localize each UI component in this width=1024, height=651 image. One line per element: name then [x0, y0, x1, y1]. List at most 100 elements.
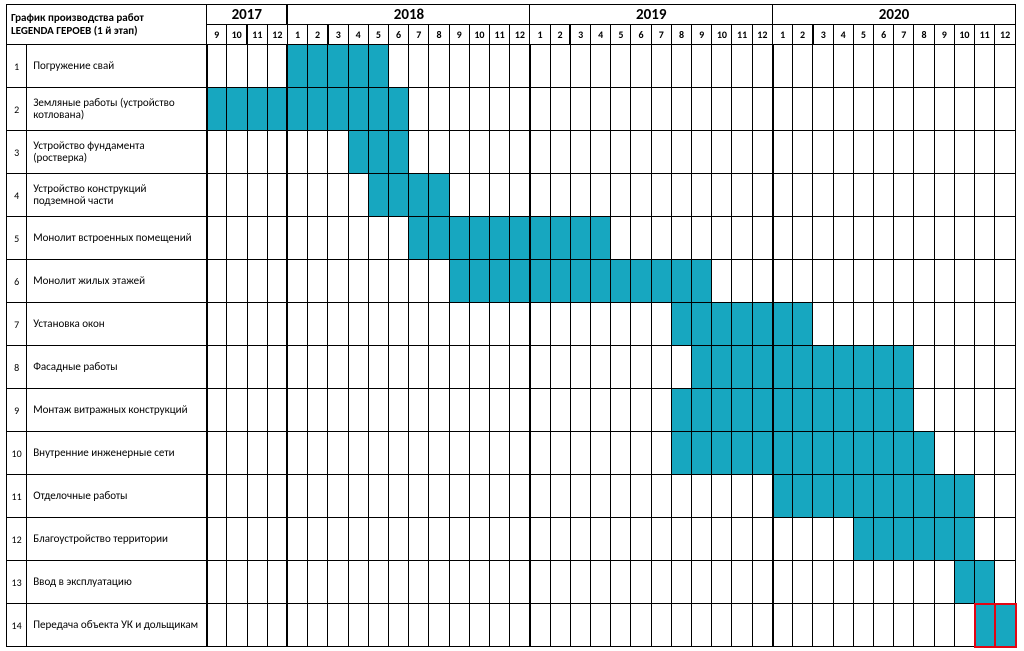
gantt-cell [207, 561, 227, 604]
gantt-cell [671, 174, 691, 217]
gantt-cell [227, 260, 247, 303]
gantt-cell [894, 260, 914, 303]
gantt-cell [308, 389, 328, 432]
gantt-cell [954, 260, 974, 303]
gantt-cell [490, 389, 510, 432]
gantt-cell [631, 518, 651, 561]
gantt-cell [671, 518, 691, 561]
gantt-cell [510, 346, 530, 389]
gantt-cell [510, 389, 530, 432]
gantt-cell [671, 260, 691, 303]
gantt-cell [469, 604, 489, 647]
gantt-cell [207, 260, 227, 303]
gantt-cell [692, 217, 712, 260]
gantt-cell [813, 432, 833, 475]
month-header: 1 [530, 25, 550, 45]
gantt-cell [752, 561, 772, 604]
gantt-cell [692, 174, 712, 217]
gantt-cell [328, 561, 348, 604]
gantt-cell [732, 475, 752, 518]
gantt-cell [934, 88, 954, 131]
gantt-cell [611, 260, 631, 303]
month-header: 7 [409, 25, 429, 45]
gantt-cell [388, 88, 408, 131]
task-name: Фасадные работы [27, 346, 207, 389]
gantt-cell [550, 389, 570, 432]
gantt-cell [975, 346, 995, 389]
month-header: 12 [267, 25, 287, 45]
gantt-cell [611, 303, 631, 346]
month-header: 3 [813, 25, 833, 45]
gantt-cell [348, 561, 368, 604]
gantt-cell [490, 131, 510, 174]
gantt-cell [793, 45, 813, 88]
gantt-cell [853, 303, 873, 346]
month-header: 10 [712, 25, 732, 45]
gantt-cell [651, 561, 671, 604]
gantt-cell [833, 518, 853, 561]
gantt-cell [934, 389, 954, 432]
task-index: 5 [7, 217, 27, 260]
month-header: 2 [550, 25, 570, 45]
gantt-cell [388, 475, 408, 518]
gantt-cell [287, 604, 307, 647]
gantt-chart: График производства работ LEGENDA ГЕРОЕВ… [6, 4, 1016, 647]
gantt-cell [853, 432, 873, 475]
gantt-cell [732, 604, 752, 647]
gantt-cell [449, 561, 469, 604]
gantt-cell [692, 88, 712, 131]
gantt-cell [328, 432, 348, 475]
gantt-cell [671, 389, 691, 432]
gantt-cell [712, 303, 732, 346]
gantt-cell [469, 260, 489, 303]
gantt-cell [570, 475, 590, 518]
gantt-cell [449, 88, 469, 131]
month-header: 10 [227, 25, 247, 45]
gantt-cell [752, 475, 772, 518]
gantt-cell [671, 432, 691, 475]
gantt-cell [975, 475, 995, 518]
gantt-cell [328, 475, 348, 518]
gantt-cell [328, 518, 348, 561]
year-2019: 2019 [530, 5, 773, 25]
gantt-cell [490, 475, 510, 518]
gantt-cell [975, 432, 995, 475]
task-index: 9 [7, 389, 27, 432]
gantt-cell [914, 174, 934, 217]
gantt-cell [853, 475, 873, 518]
gantt-cell [368, 432, 388, 475]
gantt-cell [813, 260, 833, 303]
gantt-cell [570, 260, 590, 303]
gantt-cell [247, 174, 267, 217]
task-row: 8Фасадные работы [7, 346, 1016, 389]
gantt-cell [328, 45, 348, 88]
gantt-cell [591, 88, 611, 131]
gantt-cell [267, 432, 287, 475]
gantt-cell [874, 432, 894, 475]
gantt-cell [752, 131, 772, 174]
gantt-cell [227, 518, 247, 561]
gantt-cell [207, 174, 227, 217]
gantt-cell [732, 432, 752, 475]
gantt-cell [388, 604, 408, 647]
gantt-cell [995, 346, 1016, 389]
gantt-cell [793, 432, 813, 475]
gantt-cell [692, 389, 712, 432]
gantt-cell [954, 346, 974, 389]
gantt-cell [712, 260, 732, 303]
month-header: 8 [671, 25, 691, 45]
gantt-cell [449, 432, 469, 475]
gantt-cell [490, 346, 510, 389]
gantt-cell [692, 45, 712, 88]
gantt-cell [813, 604, 833, 647]
gantt-cell [995, 389, 1016, 432]
gantt-cell [409, 174, 429, 217]
gantt-cell [570, 45, 590, 88]
gantt-cell [409, 131, 429, 174]
gantt-cell [833, 604, 853, 647]
gantt-cell [550, 174, 570, 217]
gantt-cell [833, 432, 853, 475]
gantt-cell [954, 475, 974, 518]
gantt-cell [914, 88, 934, 131]
gantt-cell [975, 88, 995, 131]
